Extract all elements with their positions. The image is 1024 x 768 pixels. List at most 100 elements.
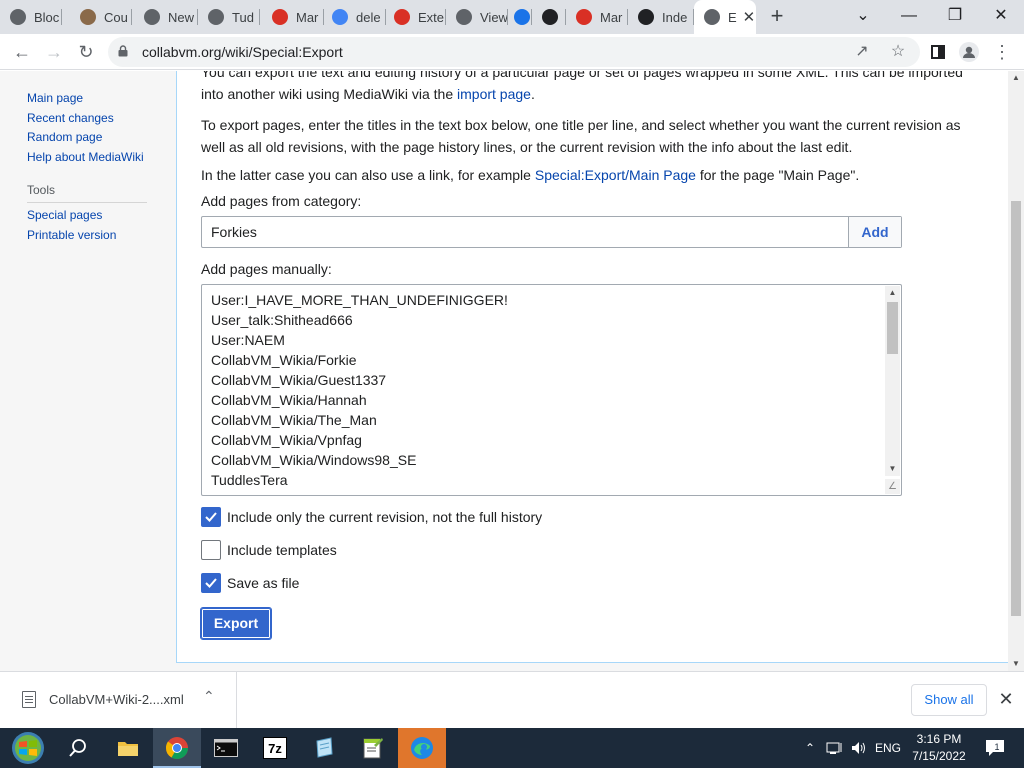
browser-tab[interactable]: View: [446, 0, 508, 34]
page-title-line[interactable]: CollabVM_Wikia/Vpnfag: [211, 430, 508, 450]
minimize-button[interactable]: —: [886, 0, 932, 34]
pages-textarea-lines[interactable]: User:I_HAVE_MORE_THAN_UNDEFINIGGER! User_…: [211, 290, 508, 490]
textarea-scrollbar[interactable]: ▲ ▼: [885, 286, 900, 476]
browser-tab[interactable]: New: [134, 0, 198, 34]
notepad-icon[interactable]: [300, 728, 348, 768]
start-button[interactable]: [4, 728, 52, 768]
volume-icon[interactable]: [848, 728, 870, 768]
share-icon[interactable]: ↗: [848, 38, 876, 66]
file-explorer-icon[interactable]: [104, 728, 152, 768]
tab-search-button[interactable]: ⌄: [840, 0, 886, 34]
sidebar-link-main-page[interactable]: Main page: [27, 89, 167, 109]
lock-icon[interactable]: [118, 45, 128, 57]
browser-tab-label[interactable]: dele: [356, 10, 381, 25]
7zip-icon[interactable]: 7z: [251, 728, 299, 768]
browser-tab-label[interactable]: Bloc: [34, 10, 59, 25]
edge-icon[interactable]: [398, 728, 446, 768]
browser-tab[interactable]: Inde: [628, 0, 694, 34]
network-icon[interactable]: [822, 728, 848, 768]
notification-center-icon[interactable]: 1: [980, 728, 1010, 768]
page-title-line[interactable]: CollabVM_Wikia/Hannah: [211, 390, 508, 410]
browser-tab[interactable]: Mar: [566, 0, 628, 34]
browser-tab[interactable]: E ✕: [694, 0, 756, 34]
tray-overflow-icon[interactable]: ⌃: [800, 728, 820, 768]
reload-button[interactable]: ↻: [72, 38, 100, 66]
page-scrollbar[interactable]: ▲ ▼: [1008, 71, 1024, 671]
textarea-scroll-thumb[interactable]: [887, 302, 898, 354]
browser-tab[interactable]: dele: [322, 0, 386, 34]
windows-logo-icon[interactable]: [10, 730, 46, 766]
forward-button[interactable]: →: [40, 38, 68, 66]
close-window-button[interactable]: ✕: [978, 0, 1024, 34]
browser-menu-icon[interactable]: ⋮: [988, 38, 1016, 66]
page-title-line[interactable]: User:I_HAVE_MORE_THAN_UNDEFINIGGER!: [211, 290, 508, 310]
sidebar-link-recent-changes[interactable]: Recent changes: [27, 109, 167, 129]
browser-tab-label[interactable]: Tud: [232, 10, 254, 25]
scroll-up-arrow-icon[interactable]: ▲: [885, 286, 900, 300]
browser-tab-label[interactable]: Mar: [600, 10, 622, 25]
browser-tab-label[interactable]: Inde: [662, 10, 687, 25]
browser-tab-label[interactable]: E: [728, 10, 737, 25]
page-scroll-thumb[interactable]: [1011, 201, 1021, 616]
side-panel-icon[interactable]: [924, 38, 952, 66]
notepad-plus-plus-icon[interactable]: [349, 728, 397, 768]
save-as-file-checkbox[interactable]: [201, 573, 221, 593]
include-templates-checkbox[interactable]: [201, 540, 221, 560]
browser-tab[interactable]: Bloc: [0, 0, 62, 34]
include-templates-label[interactable]: Include templates: [227, 542, 337, 558]
category-input[interactable]: Forkies Add: [201, 216, 902, 248]
page-scroll-up-icon[interactable]: ▲: [1008, 71, 1024, 85]
close-download-shelf-icon[interactable]: ✕: [995, 686, 1017, 712]
page-title-line[interactable]: User_talk:Shithead666: [211, 310, 508, 330]
import-page-link[interactable]: import page: [457, 86, 531, 102]
option-current-revision[interactable]: Include only the current revision, not t…: [201, 506, 542, 528]
bookmark-star-icon[interactable]: ☆: [884, 38, 912, 66]
chevron-up-icon[interactable]: ⌃: [203, 688, 215, 705]
page-scroll-down-icon[interactable]: ▼: [1008, 657, 1024, 671]
download-file-name[interactable]: CollabVM+Wiki-2....xml: [49, 692, 184, 707]
export-button[interactable]: Export: [200, 607, 272, 640]
browser-tab-label[interactable]: Cou: [104, 10, 128, 25]
terminal-icon[interactable]: [202, 728, 250, 768]
option-save-as-file[interactable]: Save as file: [201, 572, 299, 594]
url-text[interactable]: collabvm.org/wiki/Special:Export: [142, 44, 343, 60]
new-tab-button[interactable]: +: [765, 5, 789, 29]
browser-tab[interactable]: Exte: [384, 0, 446, 34]
pages-textarea[interactable]: User:I_HAVE_MORE_THAN_UNDEFINIGGER! User_…: [201, 284, 902, 496]
browser-tab[interactable]: [532, 0, 566, 34]
clock[interactable]: 3:16 PM 7/15/2022: [906, 731, 972, 765]
current-revision-label[interactable]: Include only the current revision, not t…: [227, 509, 542, 525]
search-icon[interactable]: [54, 728, 102, 768]
browser-tab[interactable]: Cou: [70, 0, 132, 34]
resize-grip-icon[interactable]: ∠: [885, 479, 900, 494]
sidebar-link-help[interactable]: Help about MediaWiki: [27, 148, 167, 168]
address-bar[interactable]: collabvm.org/wiki/Special:Export ↗ ☆: [108, 37, 920, 67]
profile-avatar-icon[interactable]: [955, 38, 983, 66]
add-category-button[interactable]: Add: [848, 217, 901, 247]
show-all-downloads-button[interactable]: Show all: [911, 684, 987, 716]
browser-tab[interactable]: Mar: [262, 0, 324, 34]
browser-tab-label[interactable]: Exte: [418, 10, 444, 25]
restore-button[interactable]: ❐: [932, 0, 978, 34]
special-export-main-page-link[interactable]: Special:Export/Main Page: [535, 167, 696, 183]
download-item[interactable]: CollabVM+Wiki-2....xml ⌃: [0, 672, 237, 728]
page-title-line[interactable]: CollabVM_Wikia/Windows98_SE: [211, 450, 508, 470]
browser-tab-label[interactable]: Mar: [296, 10, 318, 25]
current-revision-checkbox[interactable]: [201, 507, 221, 527]
page-title-line[interactable]: CollabVM_Wikia/Forkie: [211, 350, 508, 370]
browser-tab[interactable]: [504, 0, 532, 34]
page-title-line[interactable]: TuddlesTera: [211, 470, 508, 490]
page-title-line[interactable]: CollabVM_Wikia/The_Man: [211, 410, 508, 430]
category-input-value[interactable]: Forkies: [211, 224, 257, 240]
back-button[interactable]: ←: [8, 38, 36, 66]
save-as-file-label[interactable]: Save as file: [227, 575, 299, 591]
browser-tab[interactable]: Tud: [198, 0, 260, 34]
sidebar-link-printable-version[interactable]: Printable version: [27, 226, 167, 246]
close-tab-icon[interactable]: ✕: [743, 8, 756, 26]
sidebar-link-random-page[interactable]: Random page: [27, 128, 167, 148]
page-title-line[interactable]: User:NAEM: [211, 330, 508, 350]
option-include-templates[interactable]: Include templates: [201, 539, 337, 561]
chrome-taskbar-icon[interactable]: [153, 728, 201, 768]
clock-date[interactable]: 7/15/2022: [906, 748, 972, 765]
page-title-line[interactable]: CollabVM_Wikia/Guest1337: [211, 370, 508, 390]
